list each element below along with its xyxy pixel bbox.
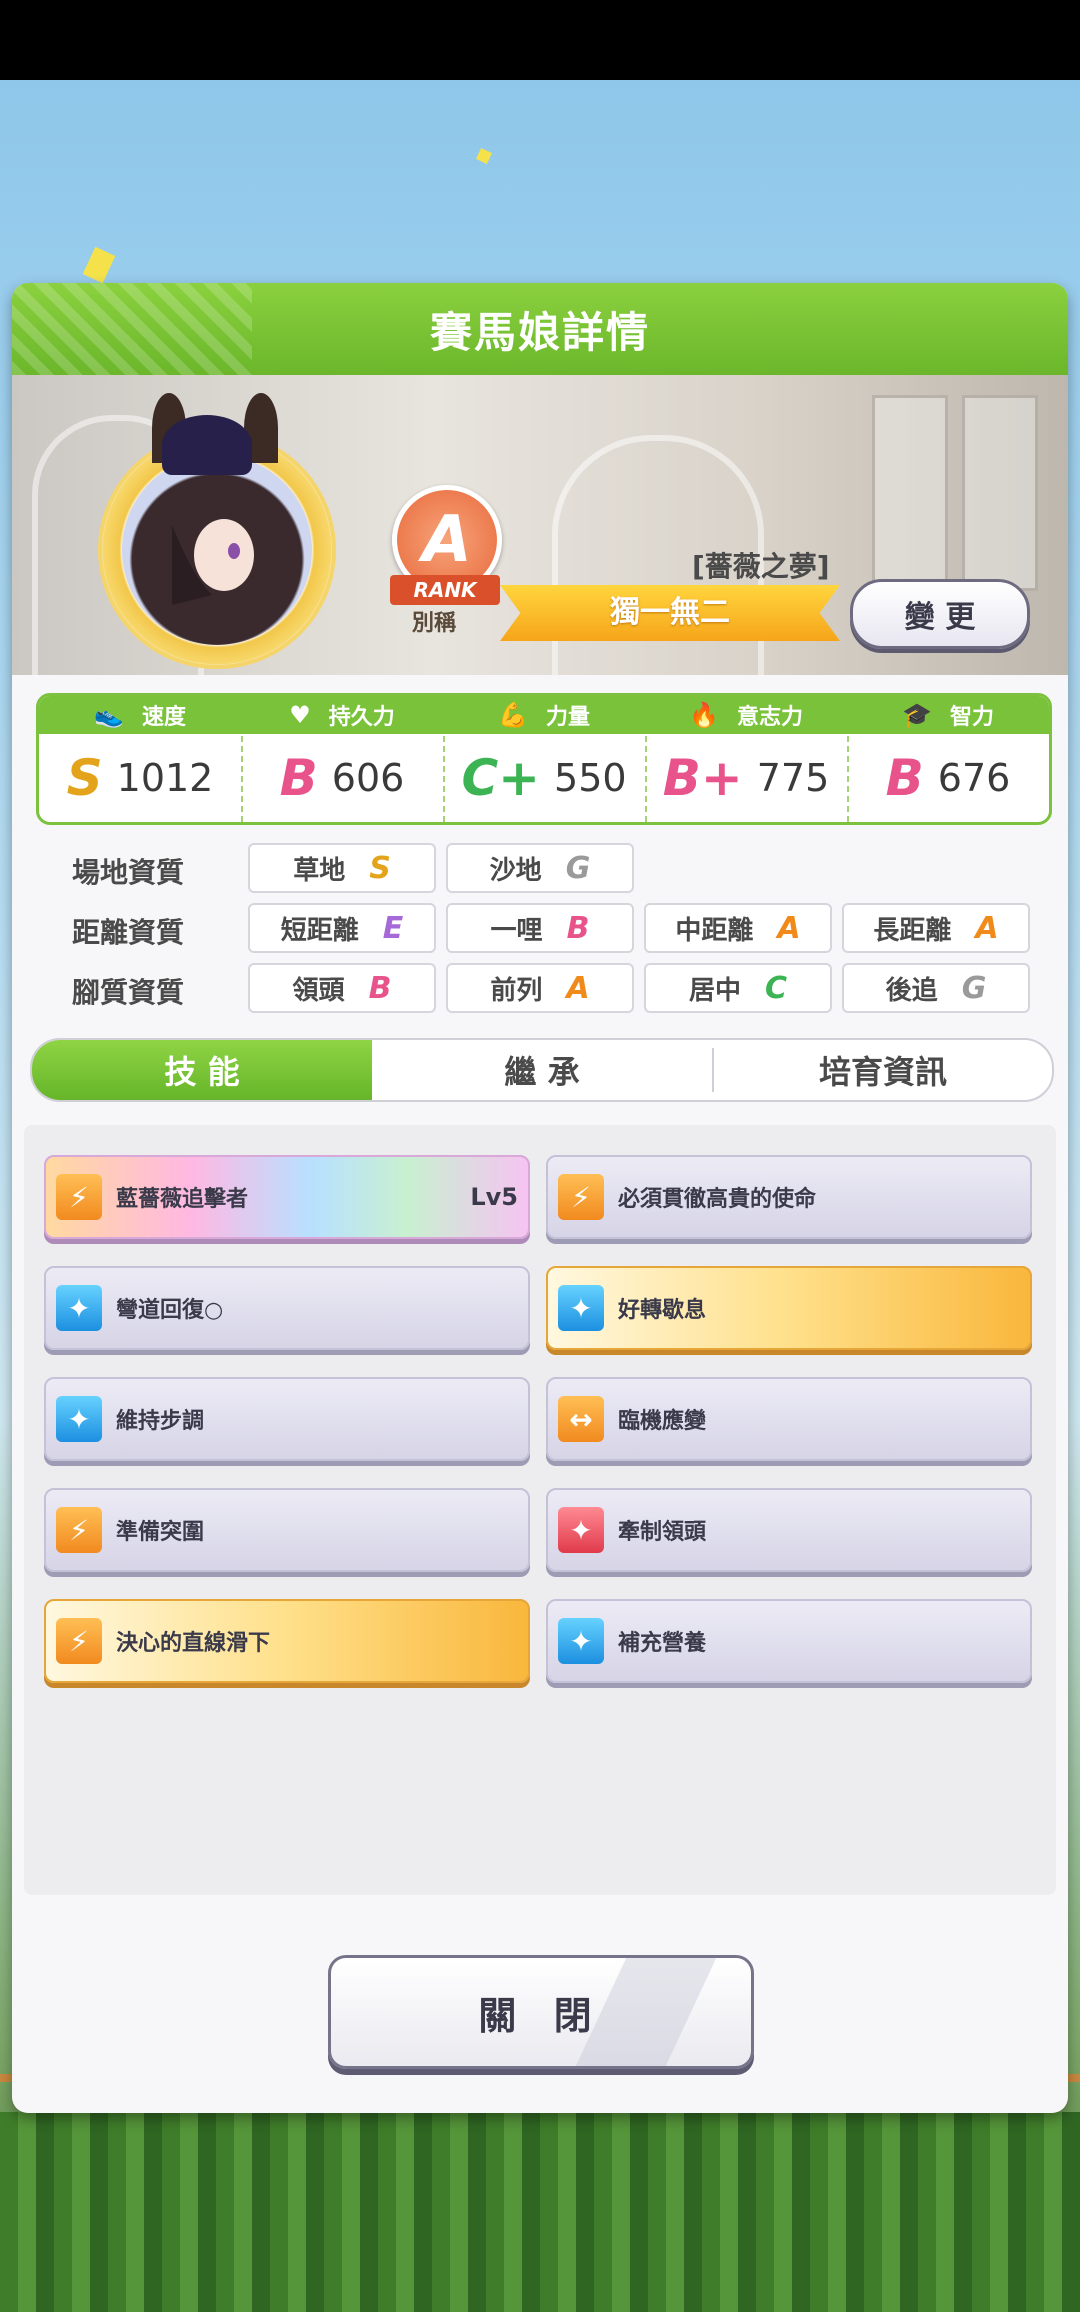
aptitude-label: 距離資質 <box>72 916 185 949</box>
panel-header: 賽馬娘詳情 <box>12 283 1068 375</box>
detail-tabs: 技 能 繼 承 培育資訊 <box>30 1038 1054 1102</box>
skill-item[interactable]: ✦ 牽制領頭 <box>546 1488 1032 1572</box>
skill-item[interactable]: ⚡ 必須貫徹高貴的使命 <box>546 1155 1032 1239</box>
title-ribbon: 獨一無二 <box>500 585 840 641</box>
aptitude-cell: 前列 A <box>446 963 634 1013</box>
skill-item[interactable]: ⚡ 決心的直線滑下 <box>44 1599 530 1683</box>
stat-value: 676 <box>937 756 1011 800</box>
skill-item[interactable]: ↔ 臨機應變 <box>546 1377 1032 1461</box>
shoe-icon: 👟 <box>94 701 124 729</box>
confetti <box>82 246 116 284</box>
runner-icon: ⚡ <box>56 1507 102 1553</box>
flame-icon: 🔥 <box>689 701 719 729</box>
stat-value: 606 <box>331 756 405 800</box>
stat-guts: 🔥 意志力 B+ 775 <box>645 696 849 822</box>
stats-panel: 👟 速度 S 1012 ♥ 持久力 B 606 💪 力量 C+ 550 🔥 意志力 B+ 775… <box>36 693 1052 825</box>
sparkle-icon: ✦ <box>558 1507 604 1553</box>
runner-icon: ⚡ <box>56 1618 102 1664</box>
track-aptitude-row: 場地資質 草地 S 沙地 G <box>48 843 1048 893</box>
mortarboard-icon: 🎓 <box>902 701 932 729</box>
stat-value: 550 <box>554 756 627 800</box>
aptitude-cell: 一哩 B <box>446 903 634 953</box>
aptitude-cell: 長距離 A <box>842 903 1030 953</box>
aptitude-label: 場地資質 <box>72 856 185 889</box>
stat-value: 1012 <box>116 756 214 800</box>
aptitude-cell: 草地 S <box>248 843 436 893</box>
skill-item[interactable]: ✦ 維持步調 <box>44 1377 530 1461</box>
character-portrait[interactable] <box>122 455 312 645</box>
grass <box>0 2112 1080 2312</box>
arm-icon: 💪 <box>498 701 528 729</box>
aptitude-cell: 中距離 A <box>644 903 832 953</box>
stat-power: 💪 力量 C+ 550 <box>443 696 647 822</box>
tab-skills[interactable]: 技 能 <box>32 1040 372 1100</box>
stat-speed: 👟 速度 S 1012 <box>39 696 243 822</box>
stat-stamina: ♥ 持久力 B 606 <box>241 696 445 822</box>
tab-training-info[interactable]: 培育資訊 <box>714 1040 1052 1100</box>
aptitude-cell: 後追 G <box>842 963 1030 1013</box>
aptitude-cell: 領頭 B <box>248 963 436 1013</box>
aptitude-cell: 沙地 G <box>446 843 634 893</box>
skill-item[interactable]: ✦ 彎道回復○ <box>44 1266 530 1350</box>
change-title-button[interactable]: 變 更 <box>850 579 1030 649</box>
tab-inheritance[interactable]: 繼 承 <box>372 1040 712 1100</box>
close-button[interactable]: 關 閉 <box>328 1955 754 2069</box>
skill-level: Lv5 <box>470 1183 518 1211</box>
skill-item[interactable]: ⚡ 藍薔薇追擊者 Lv5 <box>44 1155 530 1239</box>
sparkle-icon: ✦ <box>56 1396 102 1442</box>
stat-grade: B <box>279 749 318 807</box>
arrows-icon: ↔ <box>558 1396 604 1442</box>
skill-item[interactable]: ✦ 好轉歇息 <box>546 1266 1032 1350</box>
skill-item[interactable]: ✦ 補充營養 <box>546 1599 1032 1683</box>
status-bar <box>0 0 1080 80</box>
rank-letter: A <box>422 503 472 577</box>
runner-icon: ⚡ <box>56 1174 102 1220</box>
skill-list: ⚡ 藍薔薇追擊者 Lv5 ⚡ 必須貫徹高貴的使命 ✦ 彎道回復○ ✦ 好轉歇息 … <box>24 1125 1056 1895</box>
stat-value: 775 <box>756 756 830 800</box>
stat-grade: B+ <box>662 749 743 807</box>
sparkle-icon: ✦ <box>558 1285 604 1331</box>
stat-grade: S <box>66 749 103 807</box>
runner-icon: ⚡ <box>558 1174 604 1220</box>
stat-grade: C+ <box>461 749 541 807</box>
aptitude-cell: 短距離 E <box>248 903 436 953</box>
distance-aptitude-row: 距離資質 短距離 E 一哩 B 中距離 A 長距離 A <box>48 903 1048 953</box>
sparkle-icon: ✦ <box>56 1285 102 1331</box>
horse-girl-detail-panel: 賽馬娘詳情 A RANK 別稱 [薔薇之夢] 米浴 獨一無二 變 更 � <box>12 283 1068 2113</box>
alias-label: 別稱 <box>412 611 457 636</box>
heart-icon: ♥ <box>289 701 311 729</box>
style-aptitude-row: 腳質資質 領頭 B 前列 A 居中 C 後追 G <box>48 963 1048 1013</box>
sparkle-icon: ✦ <box>558 1618 604 1664</box>
character-face-icon <box>172 500 262 605</box>
stat-grade: B <box>885 749 924 807</box>
stat-wisdom: 🎓 智力 B 676 <box>847 696 1049 822</box>
character-epithet: [薔薇之夢] <box>692 550 830 583</box>
confetti <box>476 148 492 164</box>
aptitude-label: 腳質資質 <box>72 976 185 1009</box>
aptitude-cell: 居中 C <box>644 963 832 1013</box>
skill-item[interactable]: ⚡ 準備突圍 <box>44 1488 530 1572</box>
panel-title: 賽馬娘詳情 <box>429 307 650 357</box>
hat <box>162 415 252 475</box>
rank-ribbon: RANK <box>390 575 500 605</box>
